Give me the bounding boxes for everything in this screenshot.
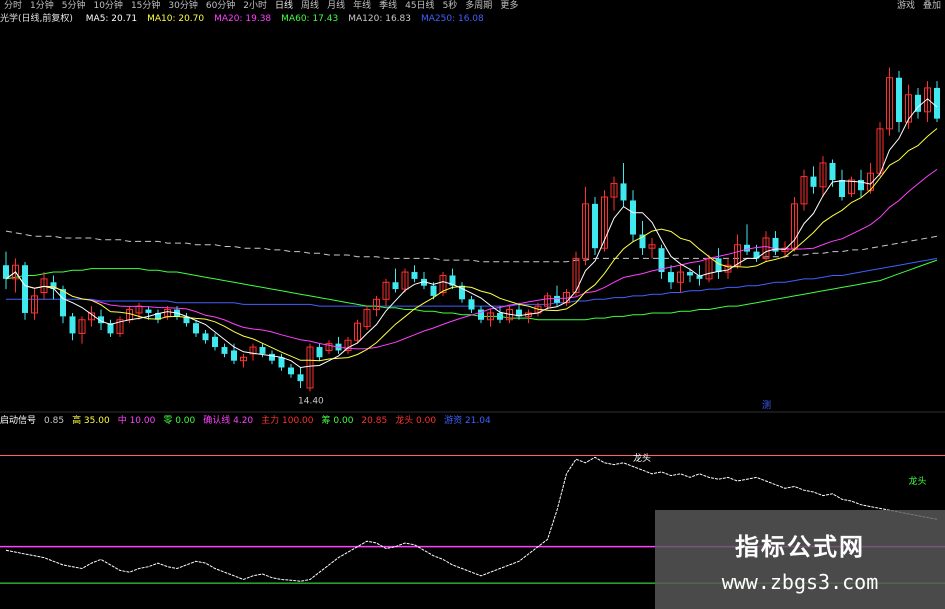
candle — [620, 183, 627, 201]
period-tab-8[interactable]: 日线 — [271, 0, 297, 12]
candle — [193, 323, 199, 334]
dragon-head-right-label: 龙头 — [909, 475, 927, 487]
ma-legend-item-4: MA120: 16.83 — [348, 14, 411, 24]
period-tab-2[interactable]: 5分钟 — [58, 0, 90, 12]
watermark-url: www.zbgs3.com — [721, 570, 879, 594]
watermark-title: 指标公式网 — [735, 533, 865, 561]
indicator-legend-item-9: 龙头 0.00 — [395, 416, 437, 426]
candle — [839, 180, 845, 198]
candle — [896, 77, 902, 123]
stock-title: 光学(日线,前复权) — [0, 14, 73, 24]
candle — [592, 203, 598, 249]
ma-legend: 光学(日线,前复权) MA5: 20.71 MA10: 20.70 MA20: 19… — [0, 13, 494, 25]
candle — [934, 87, 940, 119]
candle — [316, 347, 323, 358]
indicator-legend-item-10: 游资 21.04 — [444, 416, 491, 426]
period-tab-11[interactable]: 年线 — [349, 0, 375, 12]
candle — [202, 333, 209, 341]
period-toolbar: 分时 1分钟 5分钟 10分钟 15分钟 30分钟 60分钟 2小时 日线 周线 月线 年线 季线 45日… — [0, 0, 945, 12]
indicator-legend-item-4: 零 0.00 — [163, 416, 196, 426]
candle — [221, 347, 228, 354]
indicator-legend-item-2: 高 35.00 — [72, 416, 110, 426]
period-tab-7[interactable]: 2小时 — [239, 0, 271, 12]
indicator-legend-item-8: 20.85 — [361, 416, 388, 426]
candle — [668, 272, 674, 283]
candle — [687, 272, 693, 276]
toolbar-right: 游戏 叠加 — [889, 0, 941, 12]
candle — [278, 357, 285, 368]
period-tab-0[interactable]: 分时 — [0, 0, 26, 12]
ma20-line — [5, 168, 938, 350]
period-tab-3[interactable]: 10分钟 — [89, 0, 126, 12]
indicator-legend: 启动信号 0.85 高 35.00 中 10.00 零 0.00 确认线 4.20 主力 1… — [0, 415, 499, 427]
candlesticks — [3, 67, 940, 392]
ma-legend-item-5: MA250: 16.08 — [420, 14, 484, 24]
candle — [269, 353, 275, 361]
period-tab-12[interactable]: 季线 — [375, 0, 401, 12]
period-tab-10[interactable]: 月线 — [323, 0, 349, 12]
candle — [744, 244, 750, 252]
candle — [145, 309, 152, 313]
period-tab-14[interactable]: 5秒 — [439, 0, 462, 12]
candle — [468, 299, 475, 310]
candle — [430, 285, 437, 296]
candle — [554, 295, 560, 303]
candle — [630, 200, 636, 235]
period-tab-16[interactable]: 更多 — [496, 0, 522, 12]
period-tab-13[interactable]: 45日线 — [401, 0, 438, 12]
candle — [497, 312, 503, 320]
candle — [411, 272, 418, 279]
bottom-marker: 测 — [762, 400, 771, 411]
toolbar-right-btn-0[interactable]: 游戏 — [897, 1, 915, 11]
indicator-legend-item-6: 主力 100.00 — [261, 416, 314, 426]
candle — [810, 176, 817, 187]
indicator-legend-item-5: 确认线 4.20 — [203, 416, 254, 426]
ma-legend-item-1: MA10: 20.70 — [147, 14, 205, 24]
candle — [22, 265, 28, 313]
indicator-legend-item-7: 筹 0.00 — [321, 416, 354, 426]
dragon-head-label: 龙头 — [633, 452, 651, 464]
ma-legend-item-2: MA20: 19.38 — [214, 14, 272, 24]
indicator-legend-item-1: 0.85 — [44, 416, 65, 426]
ma-legend-item-3: MA60: 17.43 — [281, 14, 339, 24]
period-tab-15[interactable]: 多周期 — [461, 0, 496, 12]
candle — [259, 347, 266, 354]
candle — [231, 350, 237, 361]
period-tab-4[interactable]: 15分钟 — [127, 0, 164, 12]
period-tab-6[interactable]: 60分钟 — [202, 0, 239, 12]
candle — [715, 258, 722, 273]
low-price-label: 14.40 — [298, 396, 324, 406]
candle — [212, 336, 218, 348]
candle — [392, 282, 399, 290]
indicator-legend-item-0: 启动信号 — [0, 416, 37, 426]
candle — [829, 162, 836, 180]
candle — [297, 374, 304, 382]
indicator-legend-item-3: 中 10.00 — [117, 416, 156, 426]
watermark: 指标公式网 www.zbgs3.com — [655, 510, 945, 609]
candle — [60, 289, 66, 317]
period-tab-1[interactable]: 1分钟 — [26, 0, 58, 12]
period-tab-5[interactable]: 30分钟 — [164, 0, 201, 12]
candle — [288, 367, 294, 375]
candle — [69, 316, 76, 334]
toolbar-right-btn-1[interactable]: 叠加 — [923, 1, 941, 11]
ma-legend-item-0: MA5: 20.71 — [85, 14, 138, 24]
period-tab-9[interactable]: 周线 — [297, 0, 323, 12]
